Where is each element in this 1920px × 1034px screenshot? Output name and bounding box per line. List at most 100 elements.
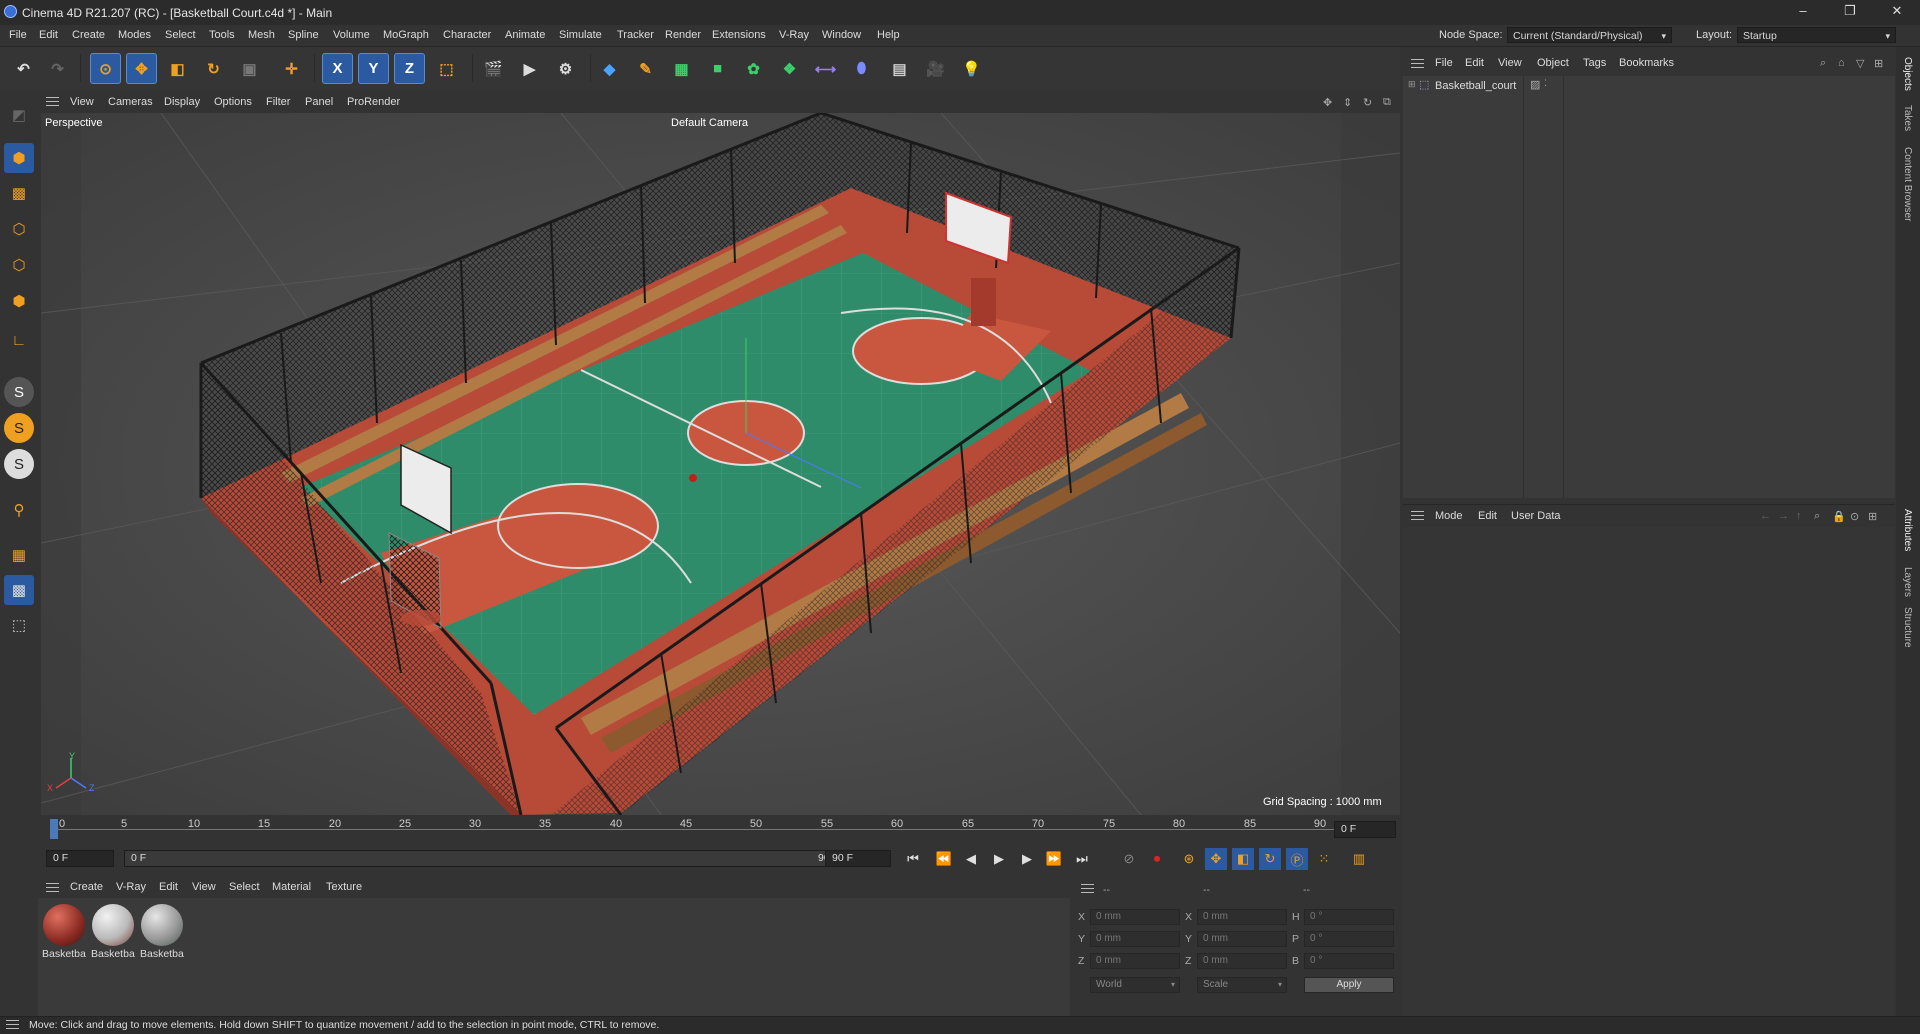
record-parameter-icon[interactable]: Ⓟ	[1286, 848, 1308, 870]
next-frame-icon[interactable]: ▶	[1016, 848, 1038, 870]
record-active-icon[interactable]: ⊘	[1118, 848, 1140, 870]
live-selection-icon[interactable]: ⊙	[90, 53, 121, 84]
menu-tools[interactable]: Tools	[209, 29, 235, 41]
object-row[interactable]: ⊞ ⬚ Basketball_court ▨ ⁚	[1403, 78, 1895, 94]
material-menu-texture[interactable]: Texture	[326, 881, 362, 893]
size-z-field[interactable]: 0 mm	[1197, 953, 1287, 969]
tab-structure[interactable]: Structure	[1902, 607, 1913, 648]
hamburger-icon[interactable]	[1081, 884, 1094, 895]
bend-deformer-icon[interactable]: ⟷	[810, 53, 841, 84]
attribute-menu-user-data[interactable]: User Data	[1511, 510, 1561, 522]
end-frame-field[interactable]: 90 F	[825, 850, 891, 867]
polygons-mode-icon[interactable]: ⬢	[4, 286, 34, 316]
menu-modes[interactable]: Modes	[118, 29, 151, 41]
menu-file[interactable]: File	[9, 29, 27, 41]
tab-takes[interactable]: Takes	[1902, 105, 1913, 131]
previous-key-icon[interactable]: ⏪	[933, 848, 955, 870]
up-arrow-icon[interactable]: ↑	[1796, 510, 1802, 522]
rot-b-field[interactable]: 0 °	[1304, 953, 1394, 969]
tab-layers[interactable]: Layers	[1902, 567, 1913, 597]
current-frame-field[interactable]: 0 F	[1334, 821, 1396, 838]
start-frame-field[interactable]: 0 F	[46, 850, 114, 867]
search-icon[interactable]: ⌕	[1820, 57, 1826, 70]
material-menu-edit[interactable]: Edit	[159, 881, 178, 893]
playhead[interactable]	[50, 819, 58, 839]
object-menu-tags[interactable]: Tags	[1583, 57, 1606, 69]
lock-workplane-icon[interactable]: ⬚	[4, 610, 34, 640]
menu-extensions[interactable]: Extensions	[712, 29, 766, 41]
menu-window[interactable]: Window	[822, 29, 861, 41]
coordinate-system-icon[interactable]: ⬚	[431, 53, 462, 84]
hamburger-icon[interactable]	[1411, 511, 1424, 522]
material-swatch[interactable]: Basketba	[42, 904, 86, 960]
go-to-end-icon[interactable]: ⏭	[1071, 848, 1093, 870]
viewport-menu-view[interactable]: View	[70, 96, 94, 108]
render-view-icon[interactable]: 🎬	[478, 53, 509, 84]
go-to-start-icon[interactable]: ⏮	[902, 848, 924, 870]
material-swatch[interactable]: Basketba	[91, 904, 135, 960]
expand-icon[interactable]: ⊞	[1408, 79, 1416, 90]
menu-edit[interactable]: Edit	[39, 29, 58, 41]
search-icon[interactable]: ⌕	[1814, 510, 1820, 523]
snap-icon[interactable]: ⚲	[4, 495, 34, 525]
node-space-select[interactable]: Current (Standard/Physical) ▾	[1507, 27, 1672, 43]
rotate-icon[interactable]: ↻	[198, 53, 229, 84]
filter-icon[interactable]: ▽	[1856, 57, 1864, 70]
add-tool-icon[interactable]: ✛	[276, 53, 307, 84]
new-window-icon[interactable]: ⊞	[1874, 57, 1883, 70]
tab-objects[interactable]: Objects	[1902, 57, 1913, 91]
frame-range-slider[interactable]: 0 F 90 F	[124, 850, 850, 867]
menu-simulate[interactable]: Simulate	[559, 29, 602, 41]
material-swatch[interactable]: Basketba	[140, 904, 184, 960]
model-mode-icon[interactable]: ⬢	[4, 143, 34, 173]
mograph-icon[interactable]: ❖	[774, 53, 805, 84]
object-menu-view[interactable]: View	[1498, 57, 1522, 69]
menu-mesh[interactable]: Mesh	[248, 29, 275, 41]
y-axis-lock-button[interactable]: Y	[358, 53, 389, 84]
edges-mode-icon[interactable]: ⬡	[4, 250, 34, 280]
workplane-grid-icon[interactable]: ▦	[4, 540, 34, 570]
maximize-icon[interactable]: ❐	[1835, 3, 1865, 21]
viewport-menu-display[interactable]: Display	[164, 96, 200, 108]
object-menu-object[interactable]: Object	[1537, 57, 1569, 69]
lock-icon[interactable]: 🔒	[1832, 510, 1846, 523]
cube-icon[interactable]: ◆	[594, 53, 625, 84]
record-rotation-icon[interactable]: ↻	[1259, 848, 1281, 870]
material-menu-select[interactable]: Select	[229, 881, 260, 893]
cloner-icon[interactable]: ✿	[738, 53, 769, 84]
record-scale-icon[interactable]: ◧	[1232, 848, 1254, 870]
solo-hierarchy-button[interactable]: S	[4, 413, 34, 443]
menu-vray[interactable]: V-Ray	[779, 29, 809, 41]
camera-icon[interactable]: 🎥	[920, 53, 951, 84]
timeline-ruler[interactable]: 0 5 10 15 20 25 30 35 40 45 50 55 60 65 …	[38, 815, 1400, 845]
minimize-icon[interactable]: –	[1788, 3, 1818, 21]
tab-attributes[interactable]: Attributes	[1902, 509, 1913, 551]
menu-select[interactable]: Select	[165, 29, 196, 41]
floor-icon[interactable]: ▤	[884, 53, 915, 84]
extrude-icon[interactable]: ■	[702, 53, 733, 84]
undo-icon[interactable]: ↶	[8, 53, 39, 84]
object-name[interactable]: Basketball_court	[1435, 80, 1516, 92]
layer-icon[interactable]: ▨	[1530, 78, 1540, 91]
viewport-menu-options[interactable]: Options	[214, 96, 252, 108]
render-settings-icon[interactable]: ⚙	[550, 53, 581, 84]
menu-mograph[interactable]: MoGraph	[383, 29, 429, 41]
zoom-view-icon[interactable]: ⇕	[1343, 96, 1352, 109]
viewport-menu-filter[interactable]: Filter	[266, 96, 290, 108]
z-axis-lock-button[interactable]: Z	[394, 53, 425, 84]
pen-spline-icon[interactable]: ✎	[630, 53, 661, 84]
forward-arrow-icon[interactable]: →	[1778, 510, 1789, 522]
size-y-field[interactable]: 0 mm	[1197, 931, 1287, 947]
texture-mode-icon[interactable]: ▩	[4, 178, 34, 208]
menu-character[interactable]: Character	[443, 29, 491, 41]
menu-spline[interactable]: Spline	[288, 29, 319, 41]
move-view-icon[interactable]: ✥	[1323, 96, 1332, 109]
pos-y-field[interactable]: 0 mm	[1090, 931, 1180, 947]
new-window-icon[interactable]: ⊞	[1868, 510, 1877, 523]
previous-frame-icon[interactable]: ◀	[960, 848, 982, 870]
redo-icon[interactable]: ↷	[42, 53, 73, 84]
attribute-menu-edit[interactable]: Edit	[1478, 510, 1497, 522]
field-icon[interactable]: ⬮	[846, 53, 877, 84]
coordinate-system-select[interactable]: World ▾	[1090, 977, 1180, 993]
record-position-icon[interactable]: ✥	[1205, 848, 1227, 870]
